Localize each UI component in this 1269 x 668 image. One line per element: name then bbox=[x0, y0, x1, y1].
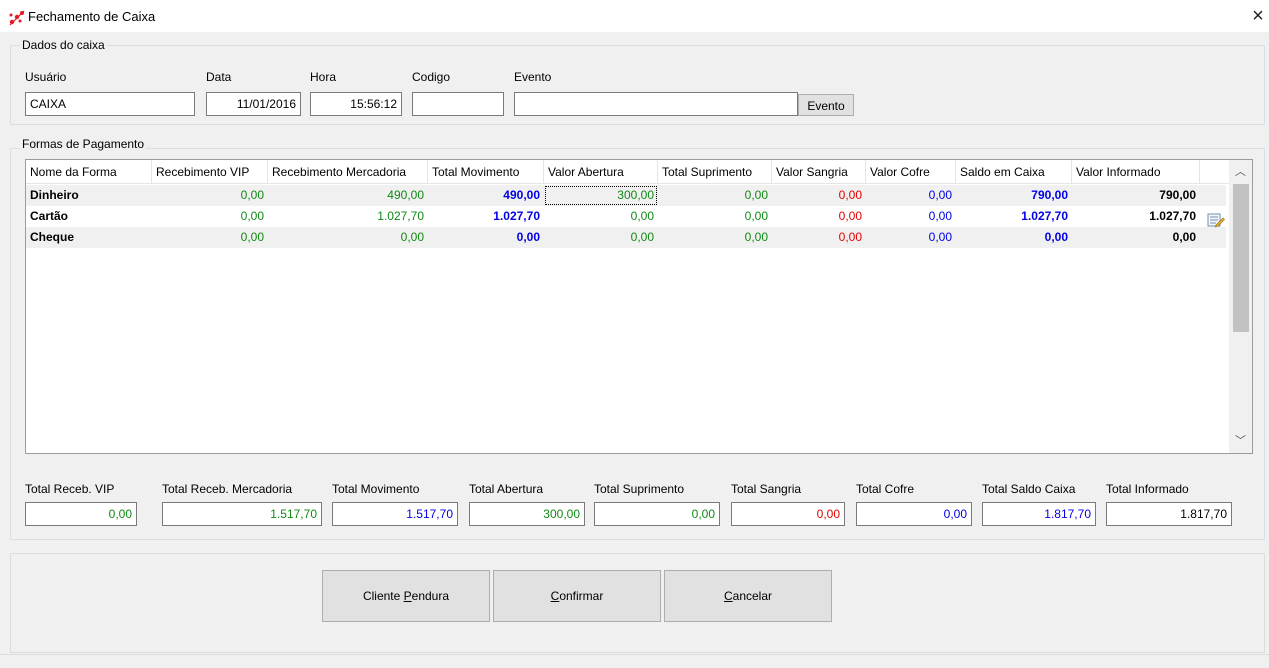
payment-grid[interactable]: Nome da Forma Recebimento VIP Recebiment… bbox=[25, 159, 1253, 454]
cliente-pendura-label-key: P bbox=[403, 589, 412, 603]
cell-informado[interactable]: 790,00 bbox=[1072, 185, 1200, 206]
total-informado-label: Total Informado bbox=[1106, 482, 1189, 496]
cancelar-label-key: C bbox=[723, 589, 733, 603]
col-nome[interactable]: Nome da Forma bbox=[26, 160, 152, 184]
cell-vip: 0,00 bbox=[240, 230, 264, 244]
data-field[interactable]: 11/01/2016 bbox=[206, 92, 301, 116]
cell-cofre: 0,00 bbox=[928, 209, 952, 223]
total-informado-field[interactable]: 1.817,70 bbox=[1106, 502, 1232, 526]
cell-saldo: 790,00 bbox=[1031, 188, 1068, 202]
cell-mercadoria: 0,00 bbox=[400, 230, 424, 244]
total-saldo-field[interactable]: 1.817,70 bbox=[982, 502, 1096, 526]
usuario-label: Usuário bbox=[25, 70, 67, 84]
evento-field[interactable] bbox=[514, 92, 798, 116]
total-suprimento-field[interactable]: 0,00 bbox=[594, 502, 720, 526]
total-abertura-label: Total Abertura bbox=[469, 482, 544, 496]
cell-movimento: 0,00 bbox=[516, 230, 540, 244]
cell-vip: 0,00 bbox=[240, 209, 264, 223]
cell-saldo: 0,00 bbox=[1044, 230, 1068, 244]
col-extra bbox=[1200, 160, 1230, 184]
confirmar-label-post: onfirmar bbox=[559, 589, 604, 603]
cell-movimento: 490,00 bbox=[503, 188, 540, 202]
cell-saldo: 1.027,70 bbox=[1021, 209, 1068, 223]
col-saldo-caixa[interactable]: Saldo em Caixa bbox=[956, 160, 1072, 184]
cliente-pendura-label-pre: Cliente bbox=[362, 589, 404, 603]
cell-abertura[interactable]: 0,00 bbox=[544, 206, 658, 227]
total-cofre-label: Total Cofre bbox=[856, 482, 915, 496]
dados-caixa-legend: Dados do caixa bbox=[20, 38, 107, 52]
cancelar-button[interactable]: Cancelar bbox=[664, 570, 832, 622]
cell-sangria: 0,00 bbox=[838, 230, 862, 244]
cell-suprimento: 0,00 bbox=[744, 209, 768, 223]
col-total-suprimento[interactable]: Total Suprimento bbox=[658, 160, 772, 184]
cell-sangria: 0,00 bbox=[838, 209, 862, 223]
total-abertura-field[interactable]: 300,00 bbox=[469, 502, 585, 526]
cliente-pendura-button[interactable]: Cliente Pendura bbox=[322, 570, 490, 622]
total-cofre-field[interactable]: 0,00 bbox=[856, 502, 972, 526]
cell-sangria: 0,00 bbox=[838, 188, 862, 202]
chevron-down-icon[interactable]: ﹀ bbox=[1229, 429, 1252, 453]
total-suprimento-label: Total Suprimento bbox=[594, 482, 685, 496]
cell-nome: Dinheiro bbox=[30, 188, 79, 202]
cliente-pendura-label-post: endura bbox=[411, 589, 450, 603]
grid-header: Nome da Forma Recebimento VIP Recebiment… bbox=[26, 160, 1230, 184]
cell-abertura[interactable]: 0,00 bbox=[544, 227, 658, 248]
formas-pagamento-legend: Formas de Pagamento bbox=[20, 137, 147, 151]
total-mercadoria-label: Total Receb. Mercadoria bbox=[162, 482, 293, 496]
chevron-up-icon[interactable]: ︿ bbox=[1229, 160, 1252, 184]
status-bar bbox=[0, 654, 1269, 668]
total-mercadoria-field[interactable]: 1.517,70 bbox=[162, 502, 322, 526]
codigo-field[interactable] bbox=[412, 92, 504, 116]
cell-cofre: 0,00 bbox=[928, 188, 952, 202]
cell-vip: 0,00 bbox=[240, 188, 264, 202]
cell-informado[interactable]: 1.027,70 bbox=[1072, 206, 1200, 227]
col-valor-cofre[interactable]: Valor Cofre bbox=[866, 160, 956, 184]
total-vip-label: Total Receb. VIP bbox=[25, 482, 115, 496]
table-row[interactable]: Cartão 0,00 1.027,70 1.027,70 0,00 0,00 … bbox=[26, 206, 1226, 227]
total-movimento-label: Total Movimento bbox=[332, 482, 420, 496]
col-recebimento-mercadoria[interactable]: Recebimento Mercadoria bbox=[268, 160, 428, 184]
total-vip-field[interactable]: 0,00 bbox=[25, 502, 137, 526]
grid-scrollbar[interactable]: ︿ ﹀ bbox=[1229, 160, 1252, 453]
total-sangria-field[interactable]: 0,00 bbox=[731, 502, 845, 526]
edit-pencil-icon[interactable] bbox=[1207, 212, 1225, 228]
cell-nome: Cheque bbox=[30, 230, 75, 244]
cell-cofre: 0,00 bbox=[928, 230, 952, 244]
usuario-field[interactable]: CAIXA bbox=[25, 92, 195, 116]
hora-field[interactable]: 15:56:12 bbox=[310, 92, 402, 116]
cell-mercadoria: 490,00 bbox=[387, 188, 424, 202]
confirmar-button[interactable]: Confirmar bbox=[493, 570, 661, 622]
col-valor-informado[interactable]: Valor Informado bbox=[1072, 160, 1200, 184]
cell-suprimento: 0,00 bbox=[744, 230, 768, 244]
data-label: Data bbox=[206, 70, 232, 84]
cell-abertura[interactable]: 300,00 bbox=[544, 185, 658, 206]
window-title: Fechamento de Caixa bbox=[28, 9, 156, 24]
cell-movimento: 1.027,70 bbox=[493, 209, 540, 223]
app-logo-icon bbox=[9, 10, 25, 26]
codigo-label: Codigo bbox=[412, 70, 451, 84]
total-saldo-label: Total Saldo Caixa bbox=[982, 482, 1076, 496]
col-valor-sangria[interactable]: Valor Sangria bbox=[772, 160, 866, 184]
scrollbar-thumb[interactable] bbox=[1233, 184, 1249, 332]
title-bar bbox=[0, 0, 1269, 32]
col-valor-abertura[interactable]: Valor Abertura bbox=[544, 160, 658, 184]
cell-nome: Cartão bbox=[30, 209, 69, 223]
total-sangria-label: Total Sangria bbox=[731, 482, 802, 496]
cell-informado[interactable]: 0,00 bbox=[1072, 227, 1200, 248]
total-movimento-field[interactable]: 1.517,70 bbox=[332, 502, 458, 526]
evento-label: Evento bbox=[514, 70, 552, 84]
close-icon[interactable]: × bbox=[1248, 4, 1268, 28]
evento-button[interactable]: Evento bbox=[798, 94, 854, 116]
col-recebimento-vip[interactable]: Recebimento VIP bbox=[152, 160, 268, 184]
table-row[interactable]: Dinheiro 0,00 490,00 490,00 300,00 0,00 … bbox=[26, 185, 1226, 206]
hora-label: Hora bbox=[310, 70, 337, 84]
cell-mercadoria: 1.027,70 bbox=[377, 209, 424, 223]
cancelar-label-post: ancelar bbox=[732, 589, 773, 603]
cell-suprimento: 0,00 bbox=[744, 188, 768, 202]
table-row[interactable]: Cheque 0,00 0,00 0,00 0,00 0,00 0,00 0,0… bbox=[26, 227, 1226, 248]
col-total-movimento[interactable]: Total Movimento bbox=[428, 160, 544, 184]
